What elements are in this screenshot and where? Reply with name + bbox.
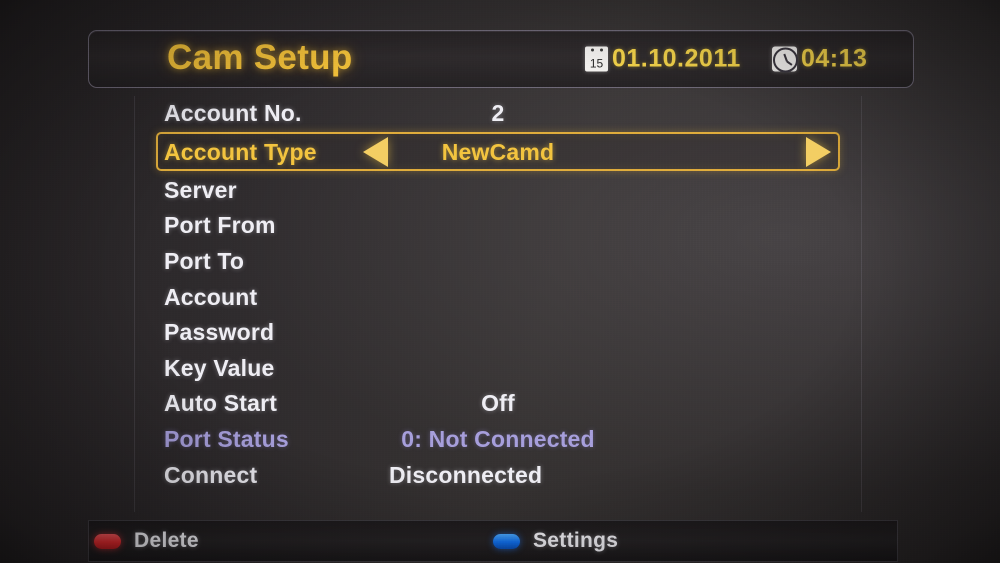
date-display: 15 01.10.2011 xyxy=(585,45,741,74)
menu-row-value: Disconnected xyxy=(389,461,543,488)
menu-row-account-type[interactable]: Account Type NewCamd xyxy=(135,131,861,173)
date-text: 01.10.2011 xyxy=(612,44,741,73)
menu-row-label: Account No. xyxy=(164,100,302,127)
triangle-right-icon[interactable] xyxy=(806,137,831,168)
red-key-icon xyxy=(94,533,121,549)
delete-action[interactable]: Delete xyxy=(94,529,199,553)
calendar-day-number: 15 xyxy=(589,56,604,71)
time-text: 04:13 xyxy=(801,44,868,73)
clock-icon xyxy=(772,46,798,73)
settings-action[interactable]: Settings xyxy=(493,529,618,553)
menu-row-label: Server xyxy=(164,176,237,203)
menu-row-label: Connect xyxy=(164,461,258,488)
menu-row-label: Auto Start xyxy=(164,390,278,417)
time-display: 04:13 xyxy=(772,45,867,74)
menu-row-label: Port To xyxy=(164,248,245,275)
calendar-icon: 15 xyxy=(585,46,608,72)
settings-label: Settings xyxy=(533,529,619,552)
settings-menu-list: Account No. 2 Account Type NewCamd Server Por… xyxy=(135,96,861,493)
menu-row-auto-start[interactable]: Auto Start Off xyxy=(135,386,861,422)
menu-row-account[interactable]: Account xyxy=(135,279,861,315)
calendar-rings xyxy=(585,48,608,54)
bottom-action-bar: Delete Settings xyxy=(88,520,898,562)
menu-row-password[interactable]: Password xyxy=(135,315,861,351)
menu-row-label: Password xyxy=(164,319,275,346)
menu-row-label: Account xyxy=(164,283,258,310)
menu-row-label: Port Status xyxy=(164,426,289,453)
page-title: Cam Setup xyxy=(167,38,353,78)
menu-row-label: Key Value xyxy=(164,354,275,381)
menu-row-port-from[interactable]: Port From xyxy=(135,208,861,244)
content-panel: Account No. 2 Account Type NewCamd Server Por… xyxy=(134,96,862,512)
osd-screen: Cam Setup 15 01.10.2011 04:13 Account No… xyxy=(0,0,1000,563)
menu-row-label: Account Type xyxy=(164,138,317,165)
title-bar: Cam Setup 15 01.10.2011 04:13 xyxy=(88,30,914,88)
menu-row-key-value[interactable]: Key Value xyxy=(135,351,861,387)
blue-key-icon xyxy=(493,533,520,549)
menu-row-port-status[interactable]: Port Status 0: Not Connected xyxy=(135,422,861,458)
menu-row-label: Port From xyxy=(164,212,276,239)
menu-row-port-to[interactable]: Port To xyxy=(135,244,861,280)
clock-minute-hand xyxy=(783,53,788,62)
menu-row-server[interactable]: Server xyxy=(135,173,861,209)
menu-row-account-no[interactable]: Account No. 2 xyxy=(135,96,861,132)
menu-row-connect[interactable]: Connect Disconnected xyxy=(135,457,861,493)
delete-label: Delete xyxy=(134,529,199,552)
clock-face xyxy=(773,47,798,73)
triangle-left-icon[interactable] xyxy=(363,137,388,168)
clock-hour-hand xyxy=(786,60,793,66)
